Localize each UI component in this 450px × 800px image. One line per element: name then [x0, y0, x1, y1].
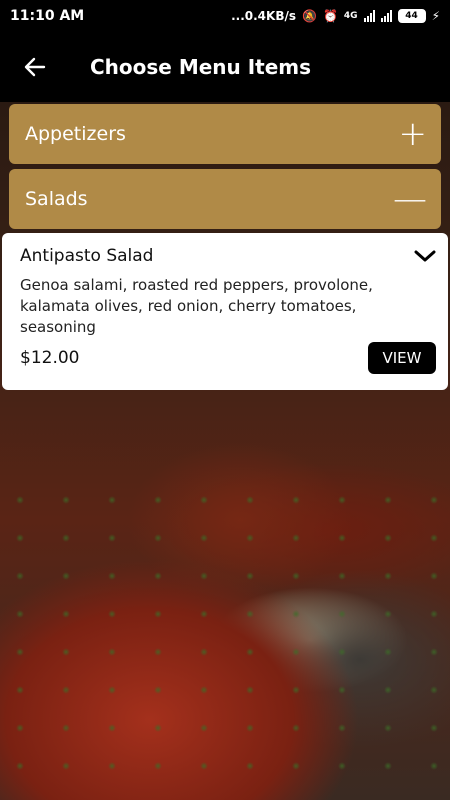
category-label: Appetizers [25, 123, 126, 145]
status-icons: ...0.4KB/s 🔕 ⏰ 4G 44 ⚡ [231, 9, 440, 23]
category-salads[interactable]: Salads — [9, 169, 441, 229]
menu-item-header: Antipasto Salad [20, 245, 436, 267]
chevron-down-svg [414, 250, 436, 262]
category-appetizers[interactable]: Appetizers + [9, 104, 441, 164]
back-arrow-icon [24, 57, 46, 77]
battery-icon: 44 [397, 9, 426, 23]
bell-off-icon: 🔕 [302, 9, 317, 23]
signal-icon-2 [380, 10, 392, 22]
charging-icon: ⚡ [431, 9, 440, 23]
app-bar: Choose Menu Items [0, 32, 450, 102]
menu-item-price: $12.00 [20, 348, 80, 368]
network-type: 4G [343, 11, 358, 21]
status-time: 11:10 AM [10, 8, 85, 24]
menu-item-footer: $12.00 VIEW [20, 342, 436, 374]
collapse-minus-icon[interactable]: — [393, 182, 427, 216]
back-button[interactable] [0, 32, 70, 102]
expand-plus-icon[interactable]: + [399, 117, 428, 151]
view-button[interactable]: VIEW [368, 342, 436, 374]
net-speed: ...0.4KB/s [231, 9, 296, 23]
chevron-down-icon[interactable] [414, 245, 436, 267]
signal-icon [363, 10, 375, 22]
menu-item-name: Antipasto Salad [20, 246, 154, 266]
alarm-icon: ⏰ [322, 9, 338, 23]
category-label: Salads [25, 188, 88, 210]
menu-item-card[interactable]: Antipasto Salad Genoa salami, roasted re… [2, 233, 448, 390]
food-background-texture [0, 480, 450, 800]
page-title: Choose Menu Items [90, 55, 312, 79]
status-bar: 11:10 AM ...0.4KB/s 🔕 ⏰ 4G 44 ⚡ [0, 0, 450, 32]
menu-item-description: Genoa salami, roasted red peppers, provo… [20, 276, 373, 336]
